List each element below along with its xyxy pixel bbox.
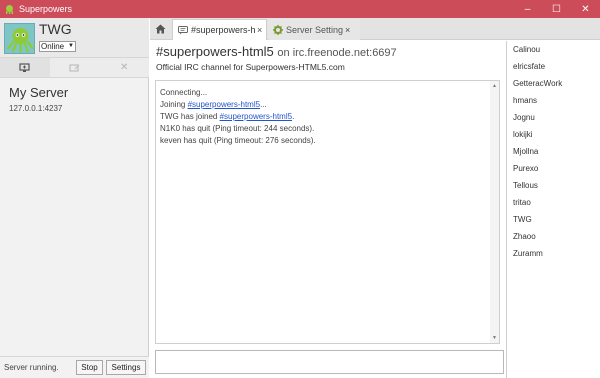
home-icon (155, 24, 166, 34)
log-line: keven has quit (Ping timeout: 276 second… (160, 136, 316, 145)
tab-channel[interactable]: #superpowers-ht × (172, 19, 267, 40)
user-list-item[interactable]: Jognu (513, 113, 535, 122)
chat-icon (178, 25, 188, 35)
log-scrollbar[interactable]: ▲ ▼ (490, 81, 499, 343)
log-text: TWG has joined (160, 112, 220, 121)
log-line: N1K0 has quit (Ping timeout: 244 seconds… (160, 124, 315, 133)
channel-title: #superpowers-html5 on irc.freenode.net:6… (156, 44, 397, 59)
tab-server-settings[interactable]: Server Settings × (268, 19, 360, 40)
user-list-item[interactable]: Purexo (513, 164, 538, 173)
stop-button[interactable]: Stop (76, 360, 103, 375)
message-log[interactable]: Connecting... Joining #superpowers-html5… (155, 80, 500, 344)
user-list-item[interactable]: Zuramm (513, 249, 543, 258)
status-dropdown[interactable]: Online ▼ (39, 41, 76, 52)
octopus-avatar-icon (6, 28, 35, 54)
edit-server-button[interactable] (50, 58, 100, 77)
title-bar: Superpowers – ☐ ✕ (0, 0, 600, 18)
channel-link[interactable]: #superpowers-html5 (188, 100, 260, 109)
log-text: Joining (160, 100, 188, 109)
server-address: 127.0.0.1:4237 (9, 104, 63, 113)
status-value: Online (41, 42, 65, 51)
channel-header: #superpowers-html5 on irc.freenode.net:6… (150, 41, 505, 75)
log-line: Connecting... (160, 88, 208, 97)
gear-icon (273, 24, 283, 35)
close-window-button[interactable]: ✕ (571, 0, 600, 18)
channel-link[interactable]: #superpowers-html5 (220, 112, 292, 121)
tab-label: #superpowers-ht (191, 25, 255, 35)
server-name[interactable]: My Server (9, 85, 68, 100)
tab-close-button[interactable]: × (257, 25, 262, 35)
scroll-up-icon[interactable]: ▲ (492, 83, 497, 89)
tab-close-button[interactable]: × (345, 25, 350, 35)
server-status-text: Server running. (4, 363, 59, 372)
sidebar: TWG Online ▼ ✕ My Server 127.0.0.1:4237 … (0, 18, 149, 378)
user-list-item[interactable]: Zhaoo (513, 232, 536, 241)
user-list-item[interactable]: elricsfate (513, 62, 545, 71)
avatar[interactable] (4, 23, 35, 54)
user-list-item[interactable]: hmans (513, 96, 537, 105)
minimize-button[interactable]: – (513, 0, 542, 18)
channel-host: on irc.freenode.net:6697 (277, 47, 397, 59)
user-list-item[interactable]: Calinou (513, 45, 540, 54)
user-list-item[interactable]: TWG (513, 215, 532, 224)
close-icon: ✕ (119, 62, 129, 73)
user-list-item[interactable]: tritao (513, 198, 531, 207)
channel-name: #superpowers-html5 (156, 44, 274, 59)
edit-icon (69, 63, 80, 72)
channel-topic: Official IRC channel for Superpowers-HTM… (156, 62, 345, 72)
scroll-down-icon[interactable]: ▼ (492, 335, 497, 341)
maximize-button[interactable]: ☐ (542, 0, 571, 18)
log-text: ... (260, 100, 267, 109)
message-input[interactable] (155, 350, 504, 374)
log-line: Joining #superpowers-html5... (160, 100, 267, 109)
profile-panel: TWG Online ▼ (0, 18, 149, 58)
user-list-item[interactable]: Tellous (513, 181, 538, 190)
settings-button[interactable]: Settings (106, 360, 146, 375)
remove-server-button[interactable]: ✕ (99, 58, 149, 77)
superpowers-logo-icon (3, 3, 15, 15)
connect-server-button[interactable] (0, 58, 50, 77)
home-tab[interactable] (150, 18, 171, 40)
tab-bar: #superpowers-ht × Server Settings × (150, 18, 600, 40)
tab-label: Server Settings (286, 24, 343, 35)
user-list-item[interactable]: lokijki (513, 130, 533, 139)
sidebar-footer: Server running. Stop Settings (0, 356, 149, 378)
profile-username: TWG (39, 21, 72, 37)
log-text: . (292, 112, 295, 121)
chevron-down-icon: ▼ (68, 43, 74, 49)
user-list: Calinou elricsfate GetteracWork hmans Jo… (506, 41, 600, 378)
user-list-item[interactable]: GetteracWork (513, 79, 562, 88)
sidebar-toolbar: ✕ (0, 58, 149, 78)
monitor-icon (19, 62, 30, 72)
user-list-item[interactable]: Mjollna (513, 147, 538, 156)
window-title: Superpowers (19, 4, 73, 14)
log-line: TWG has joined #superpowers-html5. (160, 112, 294, 121)
